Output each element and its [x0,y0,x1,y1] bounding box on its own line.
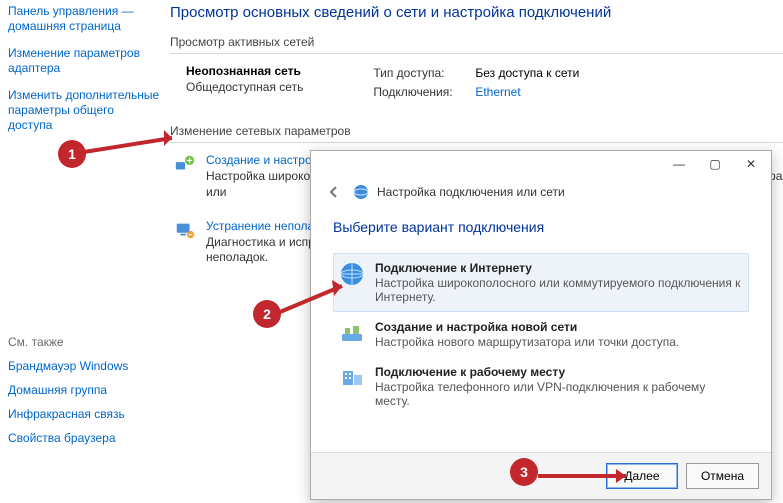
option-desc: Настройка широкополосного или коммутируе… [375,276,743,304]
network-name: Неопознанная сеть [186,64,303,78]
seealso-browser[interactable]: Свойства браузера [8,431,160,445]
annotation-badge-3: 3 [510,458,538,486]
annotation-arrow-1 [80,128,190,158]
option-new-network[interactable]: Создание и настройка новой сети Настройк… [333,312,749,357]
router-icon [339,320,365,346]
seealso-heading: См. также [8,335,160,349]
sidebar: Панель управления — домашняя страница Из… [8,4,160,455]
network-type: Общедоступная сеть [186,80,303,94]
access-label: Тип доступа: [373,64,461,83]
option-internet[interactable]: Подключение к Интернету Настройка широко… [333,253,749,312]
connection-wizard: ― ▢ ✕ Настройка подключения или сети Выб… [310,150,772,500]
annotation-badge-2: 2 [253,300,281,328]
option-title: Создание и настройка новой сети [375,320,679,334]
minimize-button[interactable]: ― [661,153,697,175]
connections-label: Подключения: [373,83,461,102]
divider [170,142,783,143]
active-networks-heading: Просмотр активных сетей [170,35,783,49]
seealso-ir[interactable]: Инфракрасная связь [8,407,160,421]
access-value: Без доступа к сети [475,64,579,83]
wizard-titlebar: ― ▢ ✕ [311,151,771,177]
option-title: Подключение к рабочему месту [375,365,743,379]
option-title: Подключение к Интернету [375,261,743,275]
annotation-arrow-3 [534,466,642,486]
option-workplace[interactable]: Подключение к рабочему месту Настройка т… [333,357,749,416]
change-params-heading: Изменение сетевых параметров [170,124,783,138]
wizard-title: Настройка подключения или сети [377,185,565,199]
sidebar-item-home[interactable]: Панель управления — домашняя страница [8,4,160,34]
seealso-homegroup[interactable]: Домашняя группа [8,383,160,397]
active-network: Неопознанная сеть Общедоступная сеть Тип… [186,64,783,102]
annotation-badge-1: 1 [58,140,86,168]
task-title: Устранение неполад [206,219,322,233]
network-sphere-icon [353,184,369,200]
option-desc: Настройка телефонного или VPN-подключени… [375,380,743,408]
page-title: Просмотр основных сведений о сети и наст… [170,0,783,21]
workplace-icon [339,365,365,391]
sidebar-item-adapter[interactable]: Изменение параметров адаптера [8,46,160,76]
annotation-arrow-2 [276,278,358,316]
close-button[interactable]: ✕ [733,153,769,175]
option-desc: Настройка нового маршрутизатора или точк… [375,335,679,349]
wizard-heading: Выберите вариант подключения [333,219,749,235]
divider [170,53,783,54]
maximize-button[interactable]: ▢ [697,153,733,175]
back-button[interactable] [323,181,345,203]
connections-link[interactable]: Ethernet [475,83,520,102]
troubleshoot-icon [174,219,196,241]
seealso-firewall[interactable]: Брандмауэр Windows [8,359,160,373]
sidebar-item-sharing[interactable]: Изменить дополнительные параметры общего… [8,88,160,133]
task-desc: Диагностика и испра неполадок. [206,235,322,266]
cancel-button[interactable]: Отмена [686,463,759,489]
